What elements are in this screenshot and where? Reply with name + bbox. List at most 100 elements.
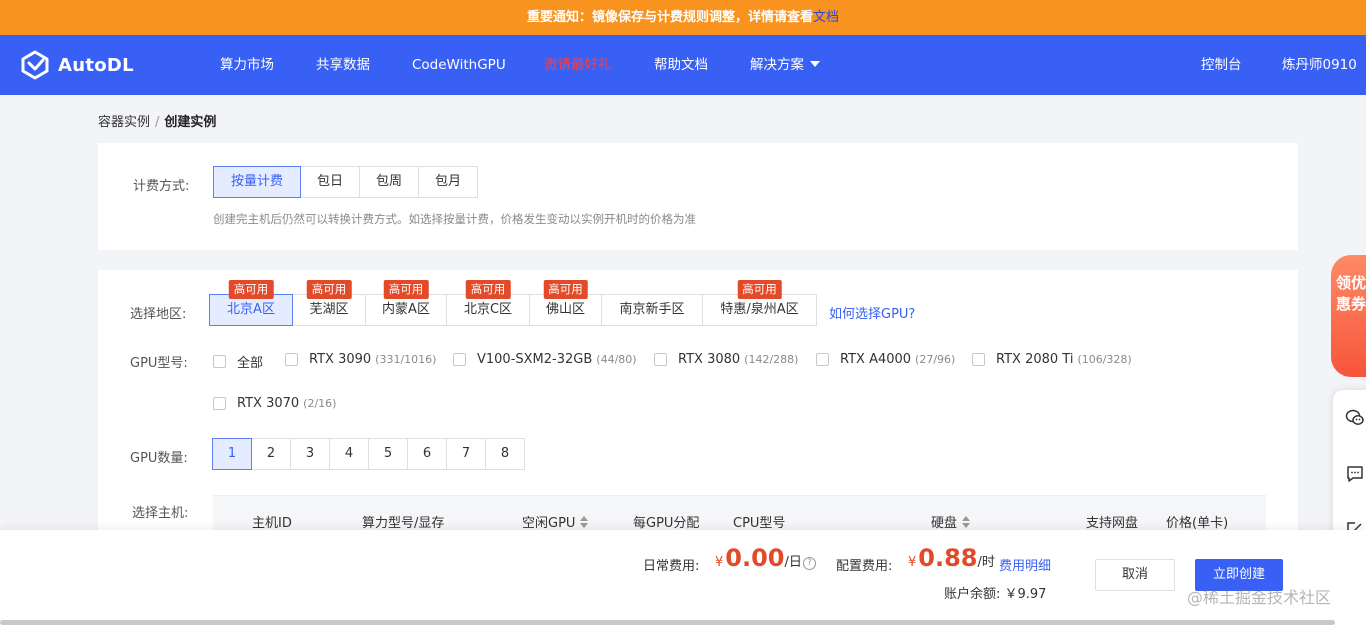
checkbox-icon <box>654 353 667 366</box>
gpu-count-label: GPU数量: <box>130 451 188 466</box>
config-card: 选择地区: 高可用 北京A区 高可用芜湖区 高可用内蒙A区 高可用北京C区 高可用… <box>98 270 1298 540</box>
checkbox-icon <box>213 355 226 368</box>
footer-bar: 日常费用: ¥0.00/日 ? 配置费用: ¥0.88/时 费用明细 账户余额:… <box>0 530 1366 625</box>
region-option[interactable]: 高可用 芜湖区 <box>292 280 366 326</box>
nav-invite[interactable]: 邀请最好礼 <box>544 35 612 95</box>
billing-option-hourly[interactable]: 按量计费 <box>213 166 301 198</box>
gpu-model-checkbox[interactable]: RTX 3070 (2/16) <box>213 396 336 411</box>
nav-shared-data[interactable]: 共享数据 <box>316 35 370 95</box>
gpu-model-name: V100-SXM2-32GB <box>477 352 593 367</box>
breadcrumb-separator: / <box>155 115 160 130</box>
region-label: 选择地区: <box>130 307 187 322</box>
gpu-count-option[interactable]: 8 <box>485 438 525 470</box>
region-option[interactable]: 高可用 佛山区 <box>529 280 602 326</box>
column-price: 价格(单卡) <box>1166 516 1229 531</box>
gpu-model-name: RTX 3070 <box>237 396 300 411</box>
gpu-count-option[interactable]: 4 <box>329 438 369 470</box>
currency-symbol: ¥ <box>908 555 917 570</box>
nav-help-docs[interactable]: 帮助文档 <box>654 35 708 95</box>
notice-doc-link[interactable]: 文档 <box>813 10 839 25</box>
gpu-model-checkbox[interactable]: 全部 <box>213 352 263 371</box>
column-free-gpu-label: 空闲GPU <box>522 516 576 531</box>
column-cpu-model: CPU型号 <box>733 516 786 531</box>
region-option[interactable]: 高可用北京C区 <box>446 280 530 326</box>
billing-option-weekly[interactable]: 包周 <box>359 166 419 198</box>
cancel-button[interactable]: 取消 <box>1095 559 1175 591</box>
gpu-model-checkbox[interactable]: V100-SXM2-32GB (44/80) <box>453 352 637 367</box>
high-availability-badge: 高可用 <box>465 280 511 299</box>
region-option-label: 芜湖区 <box>309 302 349 317</box>
checkbox-icon <box>453 353 466 366</box>
region-option[interactable]: 南京新手区 <box>601 294 703 326</box>
checkbox-icon <box>285 353 298 366</box>
gpu-model-checkbox[interactable]: RTX 3080 (142/288) <box>654 352 798 367</box>
region-option-label: 北京C区 <box>463 302 513 317</box>
column-free-gpu[interactable]: 空闲GPU <box>522 512 589 531</box>
sort-icon <box>580 515 589 528</box>
breadcrumb: 容器实例 / 创建实例 <box>98 111 216 130</box>
checkbox-icon <box>213 397 226 410</box>
gpu-count-option[interactable]: 5 <box>368 438 408 470</box>
nav-solutions[interactable]: 解决方案 <box>750 35 820 95</box>
nav-compute-market[interactable]: 算力市场 <box>220 35 274 95</box>
horizontal-scrollbar[interactable] <box>0 620 1335 625</box>
currency-symbol: ¥ <box>715 555 724 570</box>
gpu-count-option[interactable]: 3 <box>290 438 330 470</box>
watermark: @稀土掘金技术社区 <box>1187 588 1332 607</box>
gpu-count-option[interactable]: 6 <box>407 438 447 470</box>
gpu-model-checkbox[interactable]: RTX 3090 (331/1016) <box>285 352 436 367</box>
billing-options: 按量计费 包日 包周 包月 <box>213 166 478 198</box>
column-per-gpu: 每GPU分配 <box>633 516 700 531</box>
notice-text: 重要通知：镜像保存与计费规则调整，详情请查看 <box>526 10 813 25</box>
gpu-model-count: (27/96) <box>915 353 956 366</box>
high-availability-badge: 高可用 <box>383 280 429 299</box>
gpu-count-option[interactable]: 7 <box>446 438 486 470</box>
host-label: 选择主机: <box>132 506 189 521</box>
region-option-label: 佛山区 <box>545 302 585 317</box>
column-disk[interactable]: 硬盘 <box>931 512 971 531</box>
nav-codewithgpu[interactable]: CodeWithGPU <box>412 35 506 95</box>
billing-option-daily[interactable]: 包日 <box>300 166 360 198</box>
nav-console[interactable]: 控制台 <box>1201 35 1242 95</box>
region-option-label: 内蒙A区 <box>382 302 430 317</box>
config-fee-number: 0.88 <box>918 544 978 572</box>
coupon-tab[interactable]: 领优惠券 <box>1331 255 1366 377</box>
gpu-model-count: (331/1016) <box>375 353 437 366</box>
fee-detail-link[interactable]: 费用明细 <box>999 555 1051 574</box>
wechat-icon[interactable] <box>1345 408 1365 428</box>
column-network-disk: 支持网盘 <box>1086 516 1139 531</box>
high-availability-badge: 高可用 <box>306 280 352 299</box>
nav-user-menu[interactable]: 炼丹师0910 <box>1282 35 1357 95</box>
checkbox-icon <box>972 353 985 366</box>
billing-card: 计费方式: 按量计费 包日 包周 包月 创建完主机后仍然可以转换计费方式。如选择… <box>98 143 1298 250</box>
gpu-count-option[interactable]: 2 <box>251 438 291 470</box>
brand-logo[interactable]: AutoDL <box>20 49 134 81</box>
region-options: 高可用 北京A区 高可用 芜湖区 高可用 内蒙A区 高可用 北京C区 高可用 佛山区 南京… <box>209 280 817 326</box>
brand-name: AutoDL <box>58 54 134 76</box>
gpu-model-name: RTX 3090 <box>309 352 372 367</box>
config-fee-unit: /时 <box>977 555 995 570</box>
gpu-model-count: (44/80) <box>596 353 637 366</box>
gpu-model-checkbox[interactable]: RTX 2080 Ti (106/328) <box>972 352 1132 367</box>
help-question-icon[interactable]: ? <box>803 557 816 570</box>
gpu-model-count: (106/328) <box>1077 353 1132 366</box>
high-availability-badge: 高可用 <box>737 280 782 299</box>
config-fee-label: 配置费用: <box>836 559 893 574</box>
account-balance: 账户余额: ￥9.97 <box>944 587 1047 602</box>
column-disk-label: 硬盘 <box>931 516 958 531</box>
message-icon[interactable] <box>1345 464 1365 484</box>
region-option[interactable]: 高可用 北京A区 <box>209 280 293 326</box>
region-option[interactable]: 高可用 特惠/泉州A区 <box>702 280 817 326</box>
gpu-model-name: 全部 <box>237 356 264 371</box>
chevron-down-icon <box>810 61 820 67</box>
breadcrumb-parent[interactable]: 容器实例 <box>98 115 150 130</box>
region-option[interactable]: 高可用内蒙A区 <box>365 280 447 326</box>
top-navbar: AutoDL 算力市场 共享数据 CodeWithGPU 邀请最好礼 帮助文档 … <box>0 35 1366 95</box>
billing-label: 计费方式: <box>133 179 190 194</box>
daily-fee-unit: /日 <box>784 555 802 570</box>
how-to-choose-gpu-link[interactable]: 如何选择GPU? <box>829 303 915 322</box>
gpu-model-checkbox[interactable]: RTX A4000 (27/96) <box>816 352 955 367</box>
billing-option-monthly[interactable]: 包月 <box>418 166 478 198</box>
gpu-count-option[interactable]: 1 <box>212 438 252 470</box>
gpu-count-options: 1 2 3 4 5 6 7 8 <box>212 438 525 470</box>
